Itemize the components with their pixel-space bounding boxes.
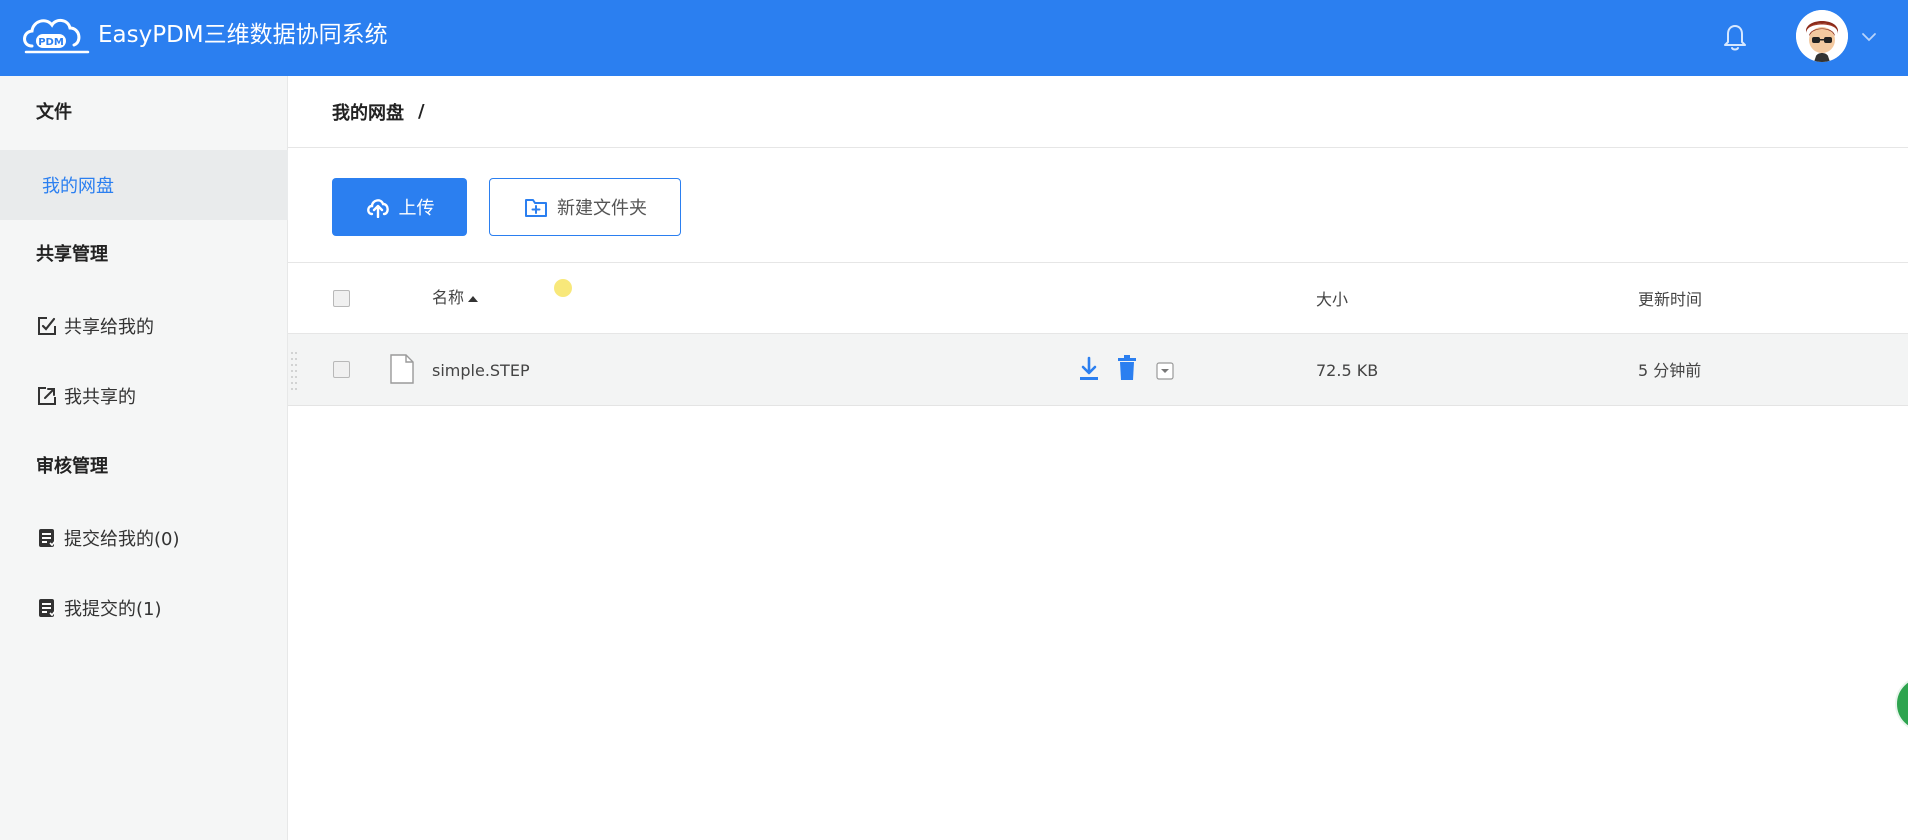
breadcrumb-separator: / <box>418 101 425 122</box>
column-header-updated[interactable]: 更新时间 <box>1638 289 1702 311</box>
new-folder-button[interactable]: 新建文件夹 <box>489 178 681 236</box>
top-header: PDM EasyPDM三维数据协同系统 <box>0 0 1908 76</box>
bell-icon[interactable] <box>1720 20 1750 52</box>
sidebar-item-submitted-to-me[interactable]: 提交给我的(0) <box>0 503 288 573</box>
upload-label: 上传 <box>398 198 435 218</box>
table-row[interactable]: simple.STEP 72.5 KB 5 分钟前 <box>288 334 1908 406</box>
sidebar-item-my-submissions[interactable]: 我提交的(1) <box>0 573 288 643</box>
select-all-checkbox[interactable] <box>333 290 350 307</box>
sort-asc-icon <box>468 295 479 302</box>
sidebar-item-my-drive[interactable]: 我的网盘 <box>0 150 288 220</box>
file-name[interactable]: simple.STEP <box>432 360 530 382</box>
app-title: EasyPDM三维数据协同系统 <box>98 22 388 48</box>
upload-button[interactable]: 上传 <box>332 178 467 236</box>
review-doc-icon <box>39 599 57 617</box>
sidebar-section-share: 共享管理 <box>36 244 108 265</box>
folder-plus-icon <box>525 199 547 217</box>
shared-to-me-icon <box>38 317 56 335</box>
sidebar-item-my-shares[interactable]: 我共享的 <box>0 361 288 431</box>
row-drag-handle-icon[interactable] <box>290 350 298 392</box>
sidebar-item-label: 我共享的 <box>64 387 136 408</box>
sidebar-section-review: 审核管理 <box>36 456 108 477</box>
my-shares-icon <box>38 387 56 405</box>
more-dropdown-icon[interactable] <box>1156 362 1174 380</box>
chevron-down-icon[interactable] <box>1860 28 1878 46</box>
sidebar-item-shared-to-me[interactable]: 共享给我的 <box>0 291 288 361</box>
cursor-highlight <box>554 279 572 297</box>
row-checkbox[interactable] <box>333 361 350 378</box>
file-updated-time: 5 分钟前 <box>1638 361 1702 380</box>
sidebar-item-label: 我的网盘 <box>42 176 114 197</box>
table-header: 名称 大小 更新时间 <box>288 262 1908 334</box>
file-icon <box>390 354 414 384</box>
sidebar-item-label: 提交给我的(0) <box>64 529 180 550</box>
sidebar-item-label: 我提交的(1) <box>64 599 162 620</box>
avatar-icon <box>1796 10 1848 62</box>
review-doc-icon <box>39 529 57 547</box>
column-header-name-label: 名称 <box>432 288 465 307</box>
delete-icon[interactable] <box>1116 355 1138 381</box>
breadcrumb: 我的网盘 / <box>288 76 1908 148</box>
column-header-size[interactable]: 大小 <box>1316 289 1348 311</box>
download-icon[interactable] <box>1078 356 1100 382</box>
file-size: 72.5 KB <box>1316 361 1379 380</box>
cloud-upload-icon <box>366 199 389 218</box>
breadcrumb-root[interactable]: 我的网盘 <box>332 99 404 125</box>
avatar[interactable] <box>1796 10 1848 62</box>
sidebar-section-files: 文件 <box>36 102 72 123</box>
column-header-name[interactable]: 名称 <box>432 287 479 309</box>
logo-text: PDM <box>38 37 64 48</box>
floating-assistant-button[interactable] <box>1895 676 1908 732</box>
sidebar-item-label: 共享给我的 <box>64 317 154 338</box>
cloud-logo-icon[interactable]: PDM <box>18 12 94 58</box>
new-folder-label: 新建文件夹 <box>557 198 647 218</box>
